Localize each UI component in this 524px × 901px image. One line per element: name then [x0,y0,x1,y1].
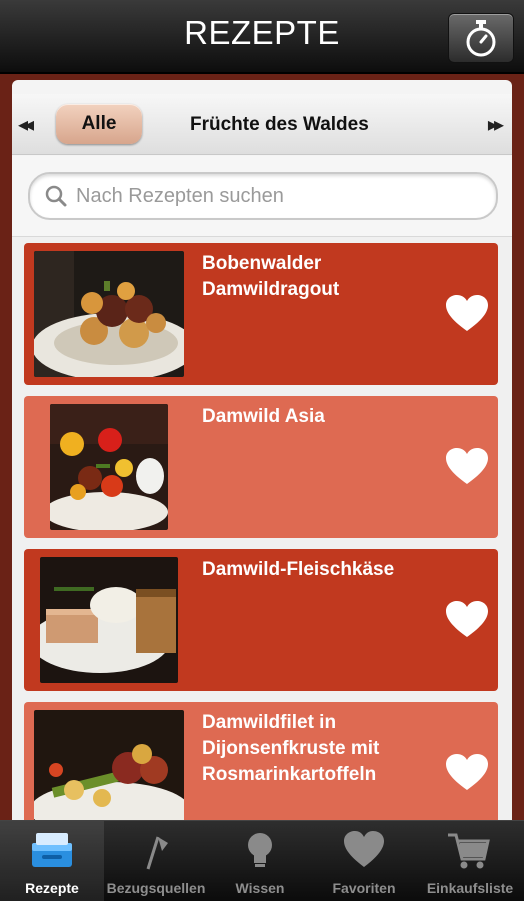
tab-label: Einkaufsliste [426,880,514,896]
heart-icon[interactable] [446,295,488,333]
recipe-image [40,557,178,683]
tab-wissen[interactable]: Wissen [208,821,312,901]
timer-button[interactable] [448,13,514,63]
recipe-card-2[interactable]: Damwild Asia [24,396,498,538]
tab-label: Wissen [235,880,285,896]
lightbulb-icon [248,833,272,867]
recipe-card-4[interactable]: Damwildfilet in Dijonsenfkruste mit Rosm… [24,702,498,820]
recipe-image [34,251,184,377]
category-all-button[interactable]: Alle [56,104,142,144]
recipe-image [50,404,168,530]
category-bar: ◂◂ Alle Früchte des Waldes ▸▸ [12,94,512,155]
cart-icon [448,833,490,869]
tab-bezugsquellen[interactable]: Bezugsquellen [104,821,208,901]
recipe-title: Damwild-Fleischkäse [202,559,395,580]
tab-label: Rezepte [25,880,79,896]
recipe-list[interactable]: Bobenwalder Damwildragout Damwild Asia D… [12,237,512,820]
recipe-title: Bobenwalder Damwildragout [202,253,340,300]
recipe-image [34,710,184,820]
tab-favoriten[interactable]: Favoriten [312,821,416,901]
tab-rezepte[interactable]: Rezepte [0,821,104,901]
flag-icon [146,836,168,870]
heart-icon[interactable] [446,601,488,639]
heart-icon[interactable] [446,754,488,792]
double-left-arrow-icon[interactable]: ◂◂ [18,112,34,137]
recipe-card-1[interactable]: Bobenwalder Damwildragout [24,243,498,385]
search-icon [45,185,67,207]
search-area [12,156,512,237]
search-box[interactable] [28,172,498,220]
tab-label: Bezugsquellen [106,880,206,896]
heart-icon [344,831,384,867]
heart-icon[interactable] [446,448,488,486]
recipe-card-3[interactable]: Damwild-Fleischkäse [24,549,498,691]
category-fruits-button[interactable]: Früchte des Waldes [190,114,369,136]
recipe-title: Damwildfilet in Dijonsenfkruste mit Rosm… [202,712,380,785]
search-input[interactable] [74,182,478,210]
double-right-arrow-icon[interactable]: ▸▸ [488,112,504,137]
recipe-box-icon [32,833,72,867]
stopwatch-icon [466,20,496,57]
tab-label: Favoriten [332,880,396,896]
bottom-tab-bar: Rezepte Bezugsquellen Wissen Favoriten E… [0,820,524,901]
tab-einkaufsliste[interactable]: Einkaufsliste [416,821,524,901]
top-navigation-bar: REZEPTE [0,0,524,74]
recipe-title: Damwild Asia [202,406,325,427]
content-panel: ◂◂ Alle Früchte des Waldes ▸▸ Nach Rezep… [12,80,512,820]
page-title: REZEPTE [184,14,340,51]
